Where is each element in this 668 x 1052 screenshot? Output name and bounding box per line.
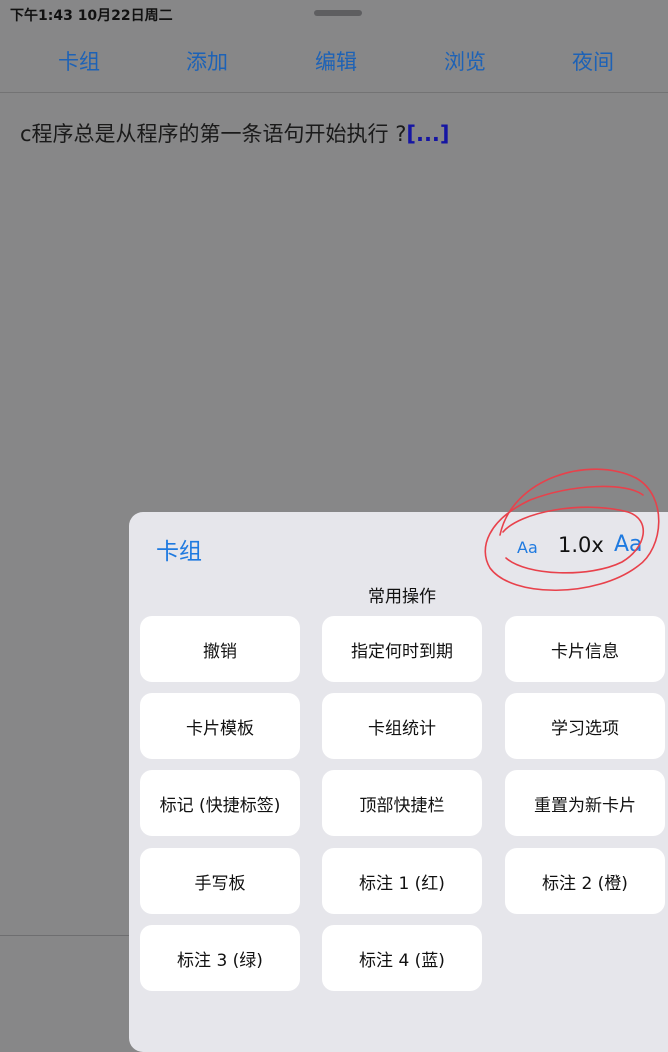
status-bar: 下午1:43 10月22日周二 (0, 0, 668, 28)
card-template-button[interactable]: 卡片模板 (140, 693, 300, 759)
nav-browse[interactable]: 浏览 (444, 46, 486, 76)
nav-add[interactable]: 添加 (186, 46, 228, 76)
study-options-button[interactable]: 学习选项 (505, 693, 665, 759)
cloze-placeholder: [...] (406, 122, 450, 146)
increase-font-button[interactable]: Aa (614, 532, 643, 557)
zoom-level: 1.0x (558, 533, 604, 557)
status-time: 下午1:43 10月22日周二 (10, 8, 173, 24)
sheet-decks-button[interactable]: 卡组 (156, 532, 202, 566)
card-question: c程序总是从程序的第一条语句开始执行 ?[...] (20, 118, 450, 148)
bottom-divider (0, 935, 130, 936)
flag-orange-button[interactable]: 标注 2 (橙) (505, 848, 665, 914)
section-title: 常用操作 (368, 587, 436, 607)
nav-edit[interactable]: 编辑 (315, 46, 357, 76)
reset-as-new-button[interactable]: 重置为新卡片 (505, 770, 665, 836)
question-text: c程序总是从程序的第一条语句开始执行 ? (20, 122, 407, 146)
top-shortcut-bar-button[interactable]: 顶部快捷栏 (322, 770, 482, 836)
card-info-button[interactable]: 卡片信息 (505, 616, 665, 682)
multitasking-grabber[interactable] (314, 10, 362, 16)
nav-decks[interactable]: 卡组 (58, 46, 100, 76)
mark-button[interactable]: 标记 (快捷标签) (140, 770, 300, 836)
flag-red-button[interactable]: 标注 1 (红) (322, 848, 482, 914)
deck-stats-button[interactable]: 卡组统计 (322, 693, 482, 759)
flag-green-button[interactable]: 标注 3 (绿) (140, 925, 300, 991)
whiteboard-button[interactable]: 手写板 (140, 848, 300, 914)
undo-button[interactable]: 撤销 (140, 616, 300, 682)
actions-sheet: 卡组 Aa 1.0x Aa 常用操作 撤销 指定何时到期 卡片信息 卡片模板 卡… (129, 512, 668, 1052)
top-nav: 卡组 添加 编辑 浏览 夜间 (0, 28, 668, 93)
decrease-font-button[interactable]: Aa (517, 538, 538, 557)
set-due-date-button[interactable]: 指定何时到期 (322, 616, 482, 682)
nav-night-mode[interactable]: 夜间 (572, 46, 614, 76)
flag-blue-button[interactable]: 标注 4 (蓝) (322, 925, 482, 991)
